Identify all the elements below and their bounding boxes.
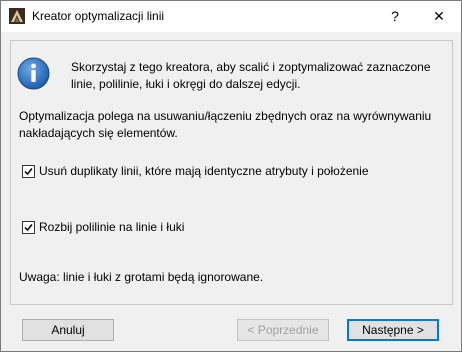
info-icon <box>17 57 50 90</box>
close-button[interactable]: ✕ <box>417 1 461 32</box>
split-polylines-checkbox[interactable] <box>22 220 35 234</box>
note-text: Uwaga: linie i łuki z grotami będą ignor… <box>19 270 264 284</box>
info-message: Skorzystaj z tego kreatora, aby scalić i… <box>71 60 431 91</box>
cancel-button[interactable]: Anuluj <box>22 319 114 341</box>
archicad-icon <box>9 8 25 24</box>
split-polylines-label[interactable]: Rozbij polilinie na linie i łuki <box>39 220 184 234</box>
remove-duplicates-label[interactable]: Usuń duplikaty linii, które mają identyc… <box>39 164 369 178</box>
checkmark-icon <box>24 167 33 175</box>
split-polylines-option[interactable]: Rozbij polilinie na linie i łuki <box>22 219 184 235</box>
previous-button[interactable]: < Poprzednie <box>237 319 329 341</box>
remove-duplicates-checkbox[interactable] <box>22 164 35 178</box>
dialog-window: Kreator optymalizacji linii ? ✕ Skorzyst… <box>0 0 462 352</box>
content-panel: Skorzystaj z tego kreatora, aby scalić i… <box>10 40 453 305</box>
description-text: Optymalizacja polega na usuwaniu/łączeni… <box>19 109 432 140</box>
title-bar[interactable]: Kreator optymalizacji linii ? ✕ <box>1 1 461 32</box>
window-title: Kreator optymalizacji linii <box>32 9 165 23</box>
help-button[interactable]: ? <box>373 1 417 32</box>
checkmark-icon <box>24 223 33 231</box>
remove-duplicates-option[interactable]: Usuń duplikaty linii, które mają identyc… <box>22 163 369 179</box>
next-button[interactable]: Następne > <box>347 319 439 341</box>
